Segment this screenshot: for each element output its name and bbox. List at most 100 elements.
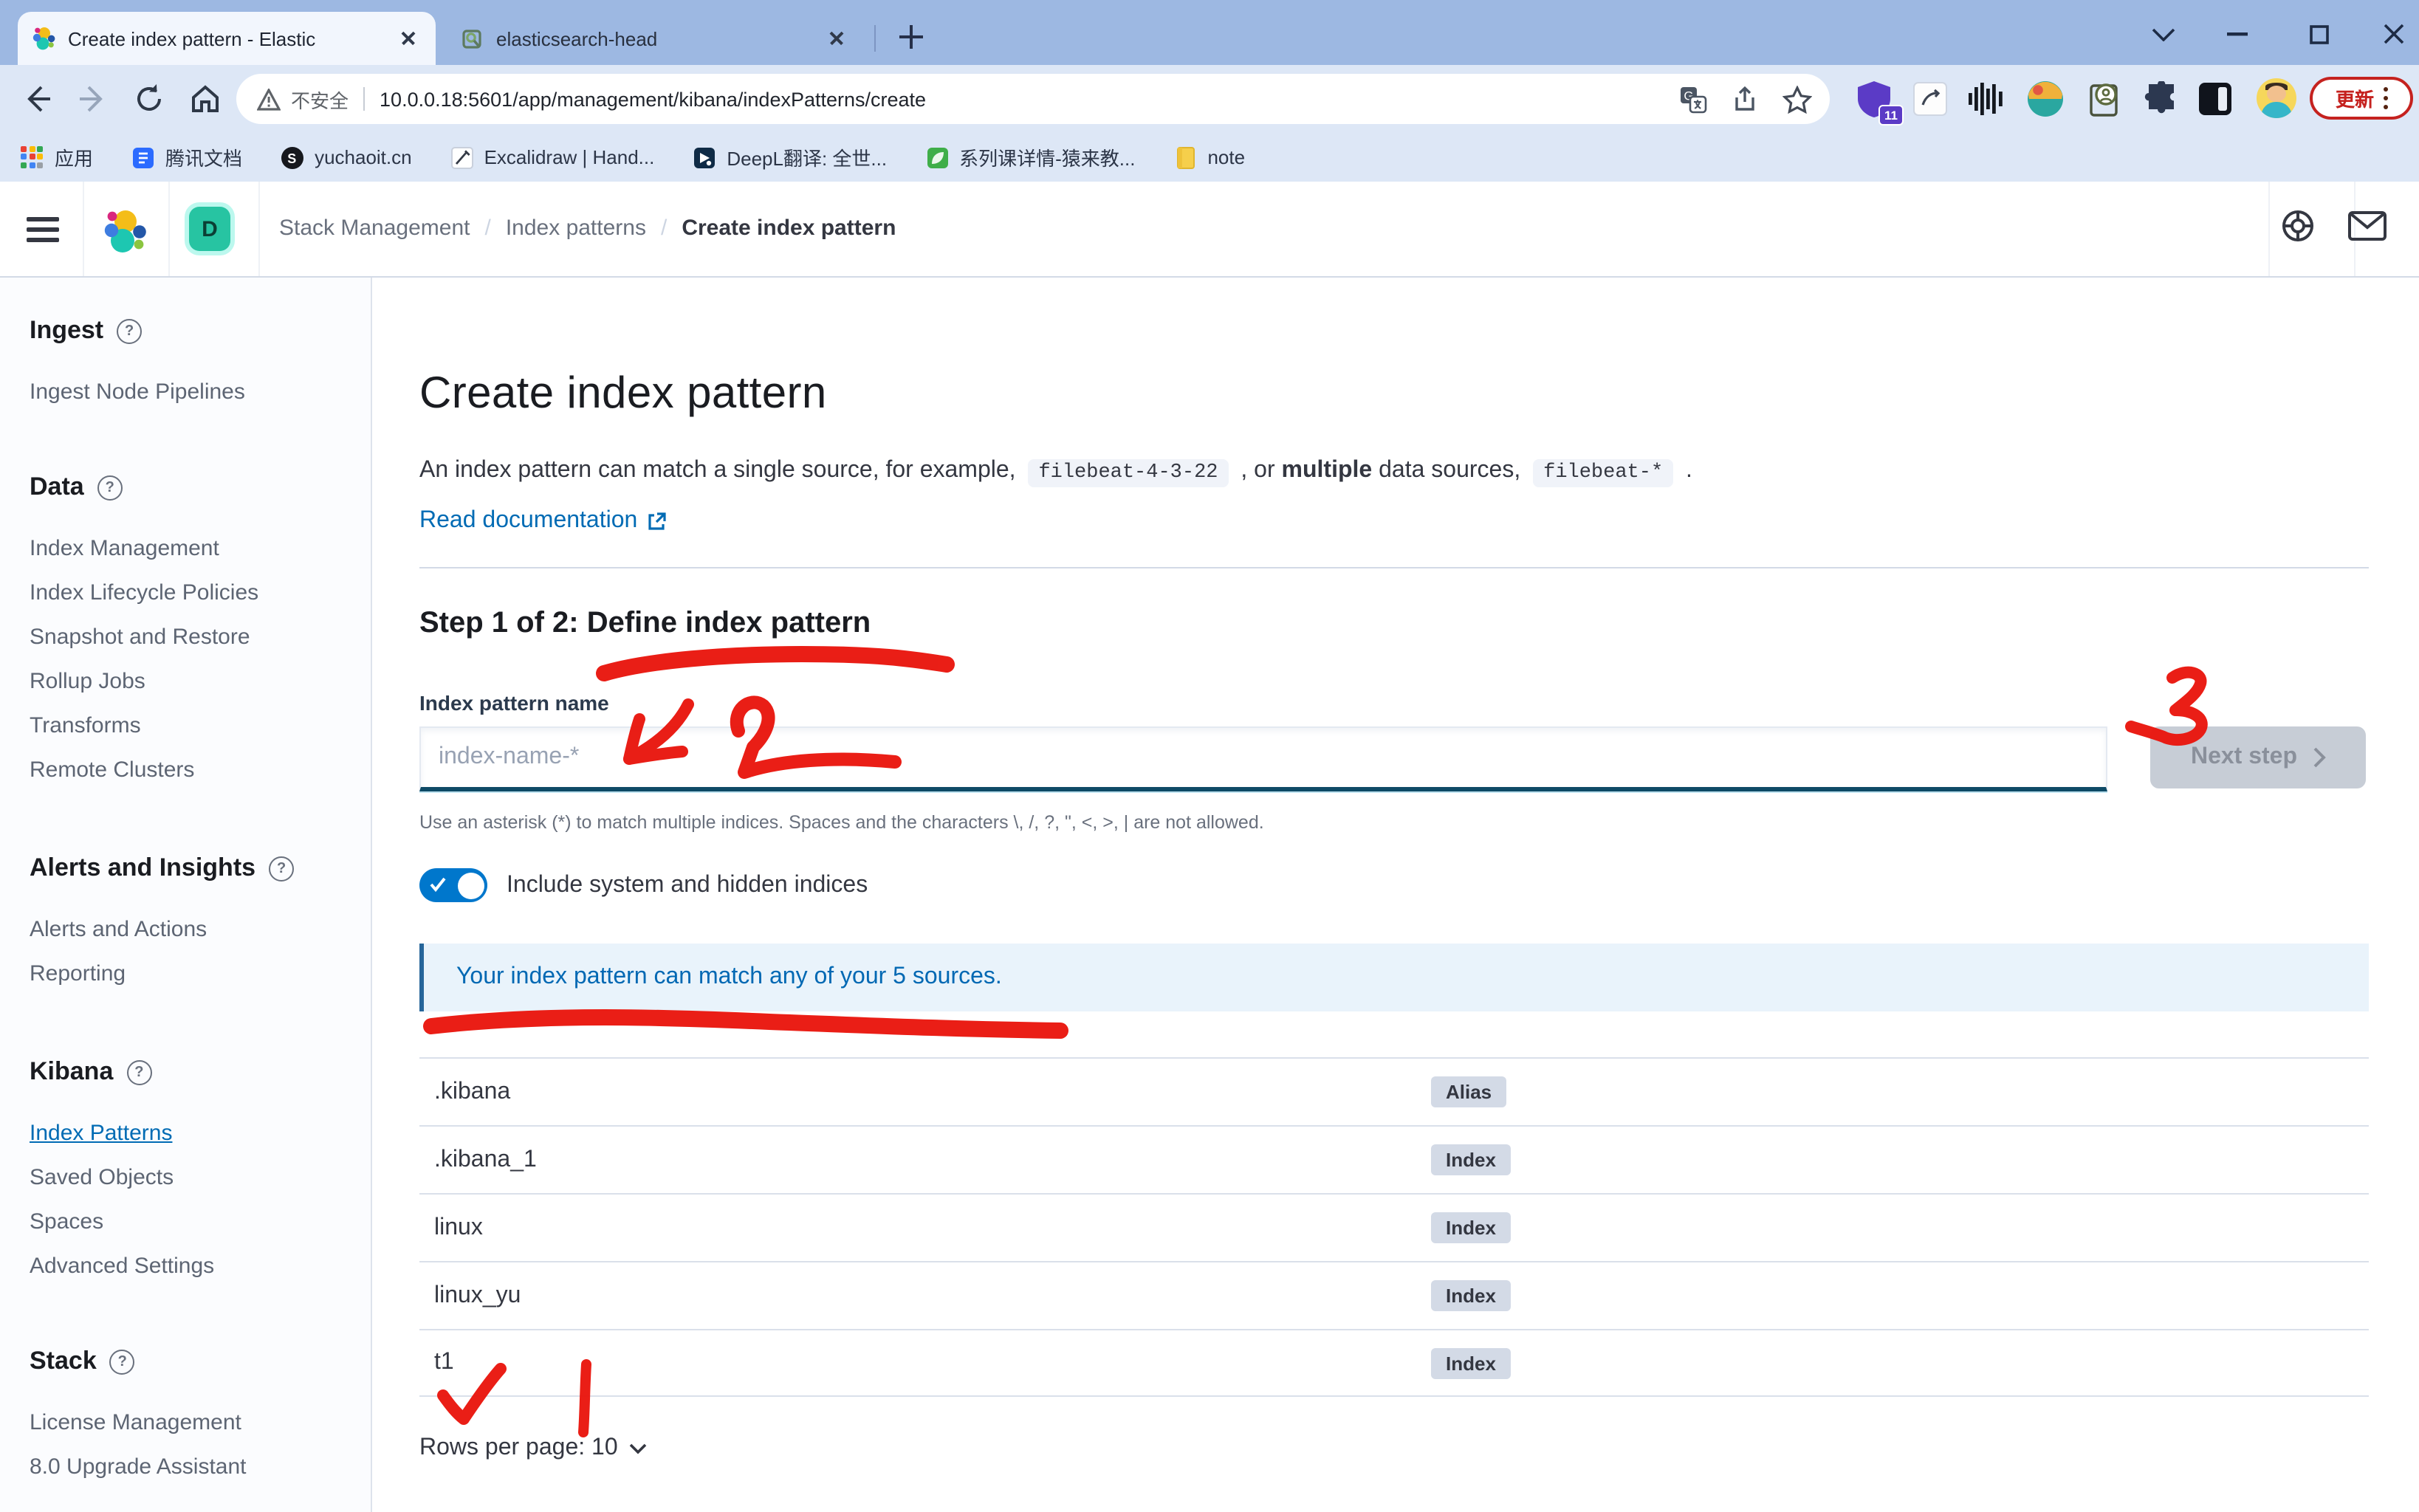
breadcrumb-separator: / [485, 216, 491, 241]
bookmark-label: 系列课详情-猿来教... [959, 143, 1135, 171]
menu-hamburger-icon[interactable] [27, 217, 59, 244]
breadcrumb-separator: / [661, 216, 667, 241]
source-name: linux [434, 1214, 1431, 1241]
search-person-extension-icon[interactable] [2085, 78, 2127, 120]
section-stack: Stack [30, 1344, 371, 1379]
bookmark-star-icon[interactable] [1782, 85, 1812, 113]
url-text[interactable]: 10.0.0.18:5601/app/management/kibana/ind… [380, 88, 1667, 110]
browser-profile-avatar[interactable] [2257, 78, 2296, 118]
section-title: Data [30, 472, 84, 502]
home-icon[interactable] [189, 83, 222, 115]
sidebar-item-rollup-jobs[interactable]: Rollup Jobs [30, 659, 371, 703]
intro-part: data sources, [1372, 458, 1527, 483]
newsfeed-mail-icon[interactable] [2348, 211, 2387, 241]
new-tab-button[interactable] [892, 18, 930, 56]
rows-per-page-selector[interactable]: Rows per page: 10 [419, 1435, 648, 1462]
sidebar-item-reporting[interactable]: Reporting [30, 951, 371, 995]
tencent-docs-icon [131, 145, 155, 169]
address-bar[interactable]: 不安全 10.0.0.18:5601/app/management/kibana… [236, 74, 1830, 124]
translate-icon[interactable]: G [1679, 85, 1707, 113]
breadcrumb: Stack Management / Index patterns / Crea… [279, 216, 896, 241]
browser-menu-kebab-icon[interactable] [2383, 87, 2387, 109]
sidebar-item-saved-objects[interactable]: Saved Objects [30, 1155, 371, 1199]
share-icon[interactable] [1731, 85, 1759, 113]
help-circle-icon[interactable] [117, 318, 142, 343]
index-pattern-name-input[interactable] [419, 726, 2107, 791]
table-row[interactable]: linux_yu Index [419, 1261, 2369, 1329]
bookmark-label: DeepL翻译: 全世... [727, 143, 887, 171]
back-icon[interactable] [21, 83, 53, 115]
table-row[interactable]: .kibana Alias [419, 1057, 2369, 1125]
sidebar-item-advanced-settings[interactable]: Advanced Settings [30, 1243, 371, 1288]
help-circle-icon[interactable] [97, 475, 123, 500]
intro-part: An index pattern can match a single sour… [419, 458, 1022, 483]
read-documentation-link[interactable]: Read documentation [419, 508, 2369, 535]
side-panel-extension-icon[interactable] [2195, 78, 2236, 120]
breadcrumb-index-patterns[interactable]: Index patterns [506, 216, 646, 241]
colorful-ball-extension-icon[interactable] [2025, 78, 2066, 120]
security-label: 不安全 [291, 85, 349, 113]
next-step-label: Next step [2191, 744, 2297, 771]
table-row[interactable]: .kibana_1 Index [419, 1125, 2369, 1193]
bookmark-excalidraw[interactable]: Excalidraw | Hand... [450, 145, 655, 169]
svg-text:S: S [287, 151, 296, 165]
tab-close-icon[interactable] [397, 27, 421, 50]
table-row[interactable]: t1 Index [419, 1329, 2369, 1397]
window-maximize-button[interactable] [2293, 15, 2344, 53]
include-hidden-indices-toggle[interactable] [419, 868, 487, 902]
puzzle-extensions-icon[interactable] [2141, 78, 2183, 120]
sidebar-item-index-patterns[interactable]: Index Patterns [30, 1110, 371, 1155]
section-ingest: Ingest [30, 313, 371, 348]
bookmark-apps[interactable]: 应用 [21, 143, 93, 171]
tab-search-chevron-icon[interactable] [2138, 15, 2189, 53]
sidebar-item-transforms[interactable]: Transforms [30, 703, 371, 747]
adblock-shield-extension-icon[interactable]: 11 [1853, 78, 1895, 120]
external-link-icon [646, 511, 667, 532]
tab-close-icon[interactable] [826, 27, 849, 50]
sidebar-item-alerts-and-actions[interactable]: Alerts and Actions [30, 907, 371, 951]
window-minimize-button[interactable] [2212, 15, 2262, 53]
tab-elasticsearch-head[interactable]: elasticsearch-head [446, 12, 864, 65]
bookmark-deepl[interactable]: DeepL翻译: 全世... [693, 143, 887, 171]
help-lifering-icon[interactable] [2280, 208, 2316, 244]
matching-sources-table: .kibana Alias .kibana_1 Index linux Inde… [419, 1057, 2369, 1397]
bookmark-course[interactable]: 系列课详情-猿来教... [925, 143, 1135, 171]
browser-update-button[interactable]: 更新 [2310, 77, 2413, 120]
sidebar-item-ingest-node-pipelines[interactable]: Ingest Node Pipelines [30, 369, 371, 413]
sidebar-item-remote-clusters[interactable]: Remote Clusters [30, 747, 371, 791]
table-row[interactable]: linux Index [419, 1193, 2369, 1261]
bookmark-yuchaoit[interactable]: S yuchaoit.cn [281, 145, 412, 169]
breadcrumb-stack-management[interactable]: Stack Management [279, 216, 470, 241]
help-circle-icon[interactable] [126, 1059, 151, 1085]
browser-titlebar: Create index pattern - Elastic elasticse… [0, 0, 2419, 65]
next-step-button[interactable]: Next step [2150, 726, 2366, 788]
elastic-favicon [32, 27, 56, 50]
sidebar-item-index-lifecycle-policies[interactable]: Index Lifecycle Policies [30, 570, 371, 614]
bookmark-note[interactable]: note [1173, 145, 1245, 169]
source-name: linux_yu [434, 1282, 1431, 1309]
forward-icon[interactable] [77, 83, 109, 115]
refresh-icon[interactable] [133, 83, 165, 115]
sidebar-item-spaces[interactable]: Spaces [30, 1199, 371, 1243]
tab-title: Create index pattern - Elastic [68, 27, 385, 49]
help-circle-icon[interactable] [110, 1349, 135, 1374]
rows-per-page-label: Rows per page: 10 [419, 1435, 618, 1462]
sidebar-item-snapshot-and-restore[interactable]: Snapshot and Restore [30, 614, 371, 659]
pen-extension-icon[interactable] [1910, 78, 1951, 120]
sidebar-item-index-management[interactable]: Index Management [30, 526, 371, 570]
step-title: Step 1 of 2: Define index pattern [419, 607, 2369, 641]
space-avatar[interactable]: D [189, 207, 230, 251]
intro-part: . [1679, 458, 1692, 483]
intro-bold: multiple [1282, 458, 1373, 483]
tab-create-index-pattern[interactable]: Create index pattern - Elastic [18, 12, 436, 65]
window-close-button[interactable] [2369, 15, 2419, 53]
waveform-extension-icon[interactable] [1966, 78, 2007, 120]
sidebar-item-license-management[interactable]: License Management [30, 1400, 371, 1444]
note-icon [1173, 145, 1197, 169]
source-type-badge: Alias [1431, 1076, 1506, 1107]
bookmark-tencent-docs[interactable]: 腾讯文档 [131, 143, 242, 171]
sidebar-item-upgrade-assistant[interactable]: 8.0 Upgrade Assistant [30, 1444, 371, 1488]
section-title: Ingest [30, 316, 103, 346]
check-icon [430, 877, 446, 892]
help-circle-icon[interactable] [269, 856, 294, 881]
